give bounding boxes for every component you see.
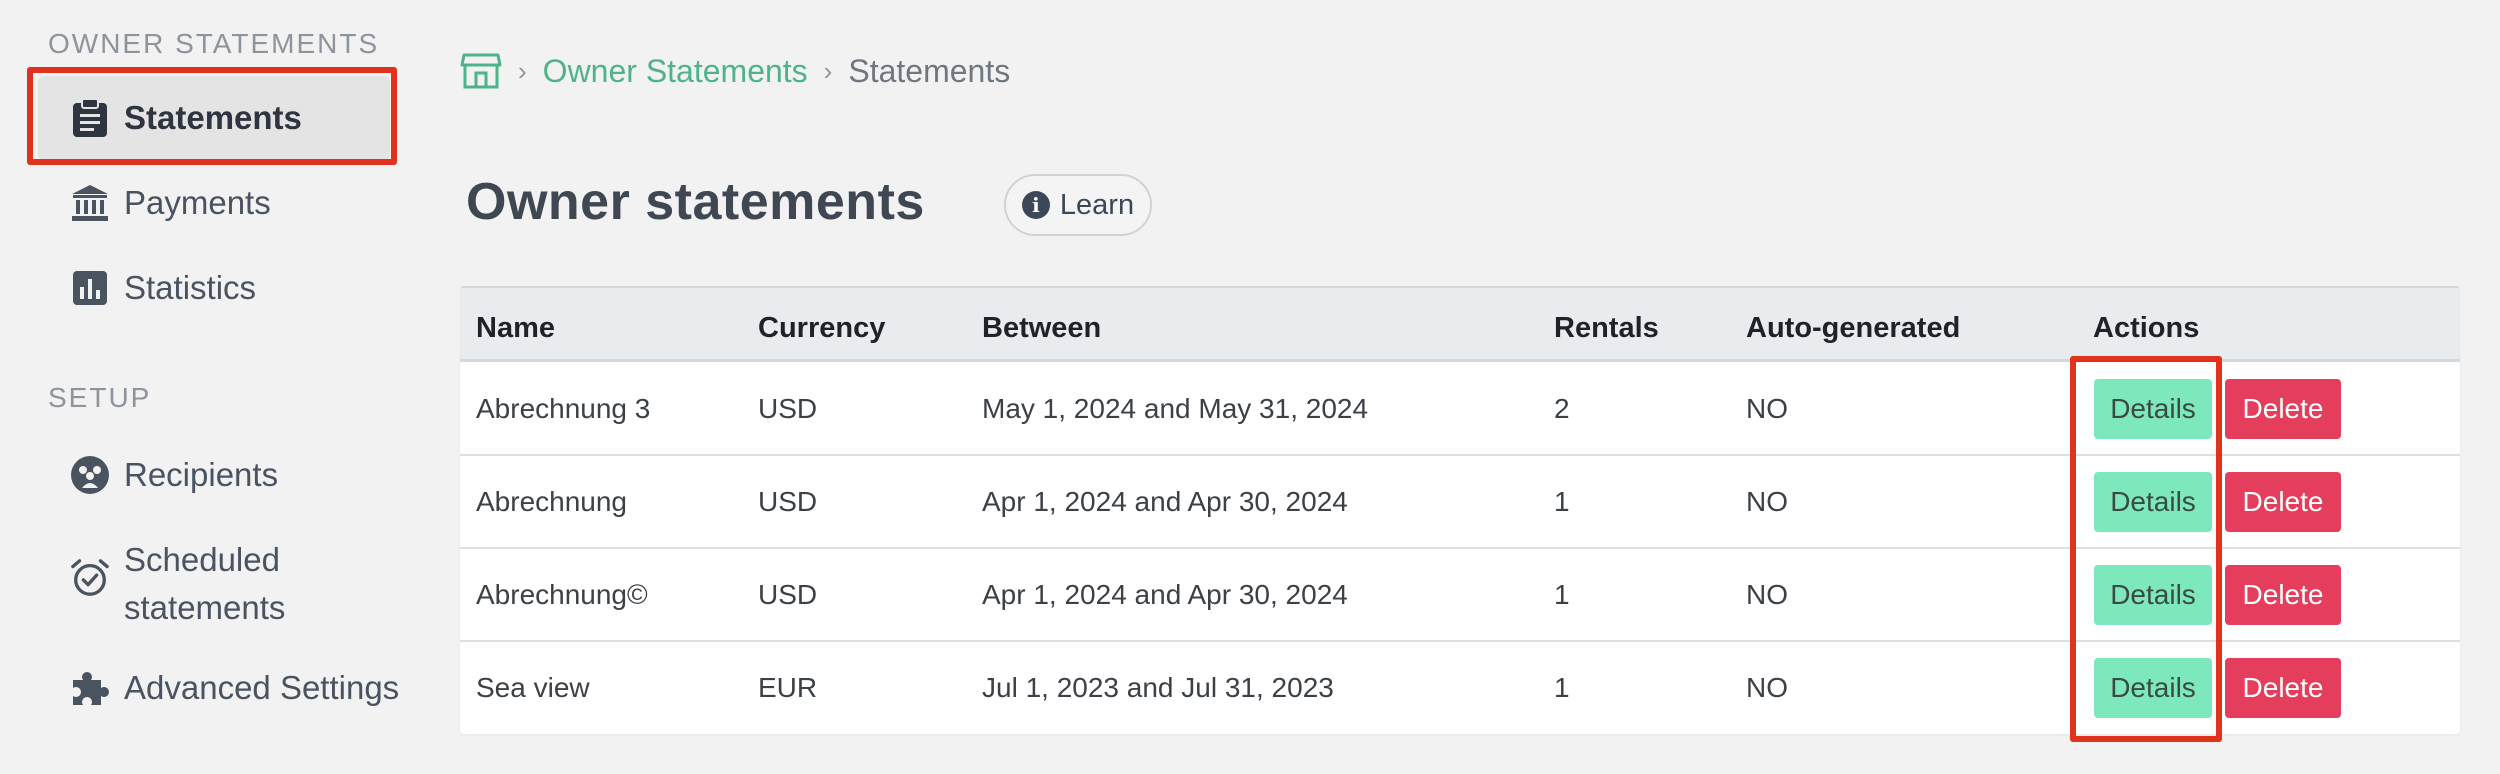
column-header-between: Between [982,312,1102,344]
sidebar-item-advanced-settings[interactable]: Advanced Settings [70,668,399,708]
highlight-box-statements [27,67,397,165]
sidebar: OWNER STATEMENTS Statements Payments Sta… [0,0,420,774]
breadcrumb-link-owner-statements[interactable]: Owner Statements [543,53,808,90]
cell-auto-generated: NO [1746,486,1788,517]
breadcrumb-current: Statements [848,52,1011,89]
table-header: Name Currency Between Rentals Auto-gener… [460,286,2460,362]
column-header-currency: Currency [758,312,886,344]
cell-between: Jul 1, 2023 and Jul 31, 2023 [982,672,1334,703]
sidebar-item-label: Recipients [124,456,279,493]
cell-auto-generated: NO [1746,579,1788,610]
cell-auto-generated: NO [1746,393,1788,424]
cell-rentals: 1 [1554,579,1570,610]
alarm-clock-icon [70,558,110,598]
cell-between: Apr 1, 2024 and Apr 30, 2024 [982,579,1348,610]
delete-button[interactable]: Delete [2225,565,2341,625]
sidebar-item-label-group: Scheduled statements [124,536,285,632]
sidebar-item-label: Advanced Settings [124,669,400,706]
delete-button[interactable]: Delete [2225,379,2341,439]
cell-between: Apr 1, 2024 and Apr 30, 2024 [982,486,1348,517]
cell-rentals: 1 [1554,486,1570,517]
sidebar-item-label: Payments [124,184,271,221]
sidebar-item-label: Statistics [124,269,257,306]
cell-between: May 1, 2024 and May 31, 2024 [982,393,1369,424]
sidebar-item-payments[interactable]: Payments [70,183,271,223]
section-title-owner-statements: OWNER STATEMENTS [48,28,380,59]
cell-name: Abrechnung [476,486,628,517]
column-header-actions: Actions [2093,312,2200,344]
column-header-rentals: Rentals [1554,312,1659,344]
cell-currency: USD [758,486,818,517]
sidebar-item-label-line2: statements [124,589,286,626]
chevron-right-icon: › [823,55,833,86]
learn-button[interactable]: i Learn [1004,174,1152,236]
column-header-name: Name [476,312,555,344]
column-header-auto-generated: Auto-generated [1746,312,1961,344]
section-title-setup: SETUP [48,382,152,413]
sidebar-item-scheduled-statements[interactable]: Scheduled statements [70,536,285,632]
puzzle-icon [70,668,110,708]
cell-currency: EUR [758,672,818,703]
app-root: OWNER STATEMENTS Statements Payments Sta… [0,0,2500,774]
page-title: Owner statements [466,173,925,231]
cell-name: Abrechnung 3 [476,393,651,424]
info-icon: i [1021,191,1050,219]
sidebar-item-statistics[interactable]: Statistics [70,268,256,308]
store-icon[interactable] [460,52,502,90]
bank-icon [70,183,110,223]
delete-button[interactable]: Delete [2225,472,2341,532]
cell-currency: USD [758,393,818,424]
delete-button[interactable]: Delete [2225,658,2341,718]
cell-name: Abrechnung© [476,579,648,610]
highlight-box-details-column [2070,356,2222,742]
cell-rentals: 1 [1554,672,1570,703]
chevron-right-icon: › [518,55,527,86]
sidebar-item-recipients[interactable]: Recipients [70,455,278,495]
sidebar-item-label: Scheduled [124,541,280,578]
users-icon [70,455,110,495]
cell-rentals: 2 [1554,393,1570,424]
cell-auto-generated: NO [1746,672,1788,703]
cell-currency: USD [758,579,818,610]
bar-chart-icon [70,268,110,308]
cell-name: Sea view [476,672,590,703]
learn-label: Learn [1059,188,1135,221]
breadcrumb: › Owner Statements › Statements [460,52,1010,90]
